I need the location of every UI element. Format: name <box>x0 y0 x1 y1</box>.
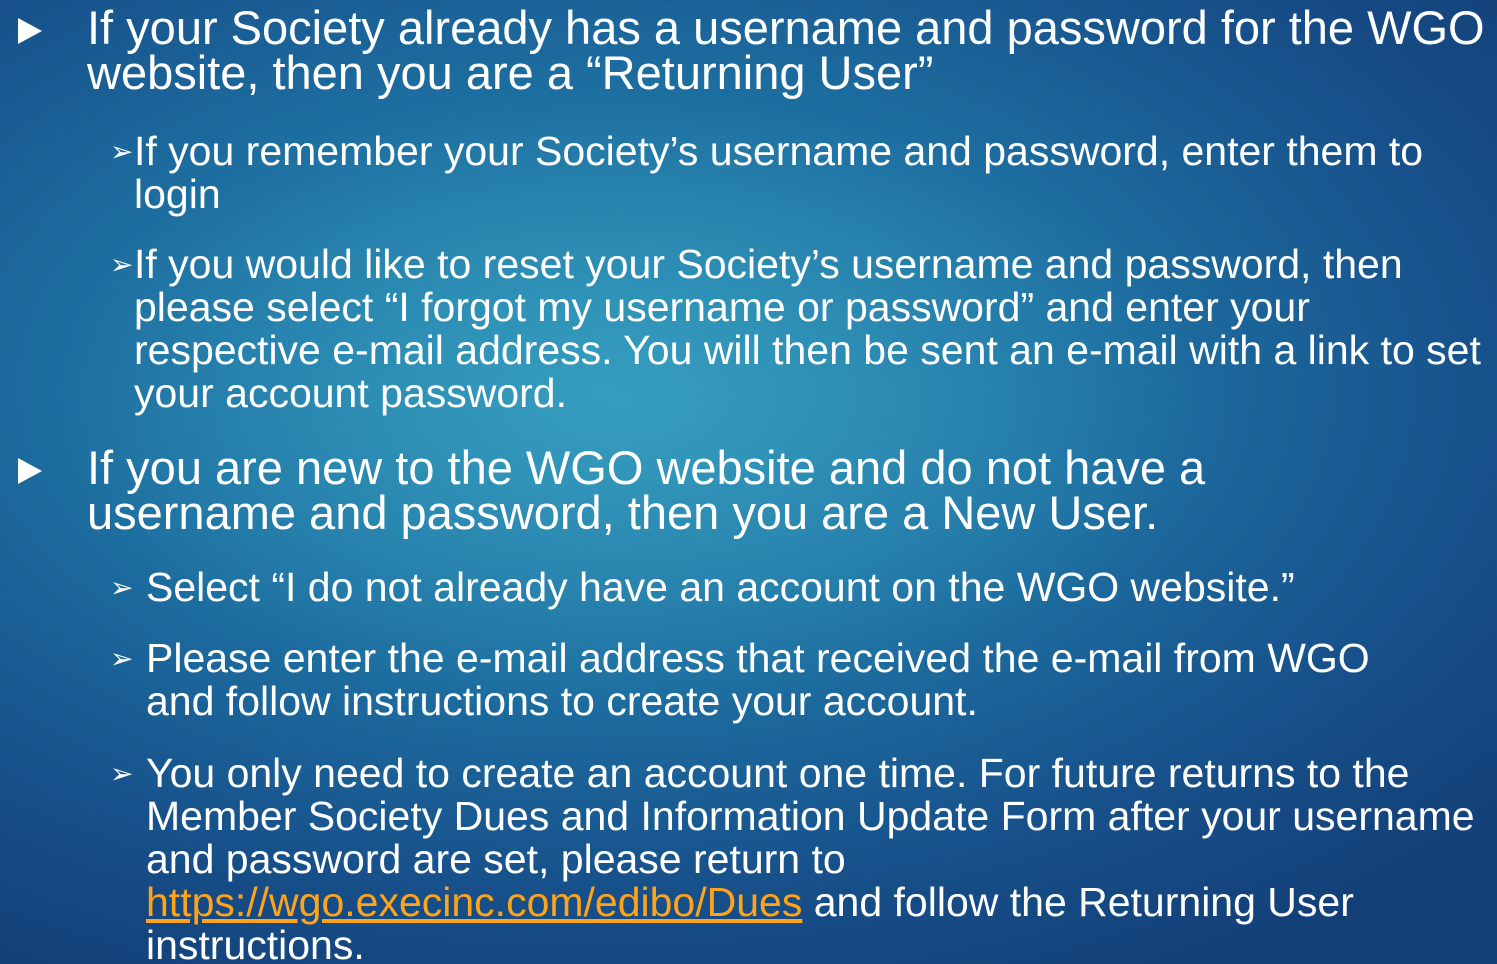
chevron-arrow-icon: ➢ <box>110 643 134 674</box>
play-triangle-icon <box>18 458 42 484</box>
slide: If your Society already has a username a… <box>0 0 1497 964</box>
sub-bullet-text: If you would like to reset your Society’… <box>134 241 1481 416</box>
bullet-text: If you are new to the WGO website and do… <box>87 441 1206 539</box>
play-triangle-icon <box>18 18 42 44</box>
chevron-arrow-icon: ➢ <box>110 249 134 280</box>
bullet-text: If your Society already has a username a… <box>87 1 1485 99</box>
chevron-arrow-icon: ➢ <box>110 572 134 603</box>
chevron-arrow-icon: ➢ <box>110 136 134 167</box>
sub-bullet-text: You only need to create an account one t… <box>146 752 1491 964</box>
sub-bullet-text: Select “I do not already have an account… <box>146 564 1295 610</box>
dues-link[interactable]: https://wgo.execinc.com/edibo/Dues <box>146 879 802 925</box>
sub-bullet-text-before: You only need to create an account one t… <box>146 750 1475 882</box>
chevron-arrow-icon: ➢ <box>110 758 134 789</box>
sub-bullet-text: Please enter the e-mail address that rec… <box>146 635 1370 724</box>
sub-bullet-text: If you remember your Society’s username … <box>134 128 1424 217</box>
